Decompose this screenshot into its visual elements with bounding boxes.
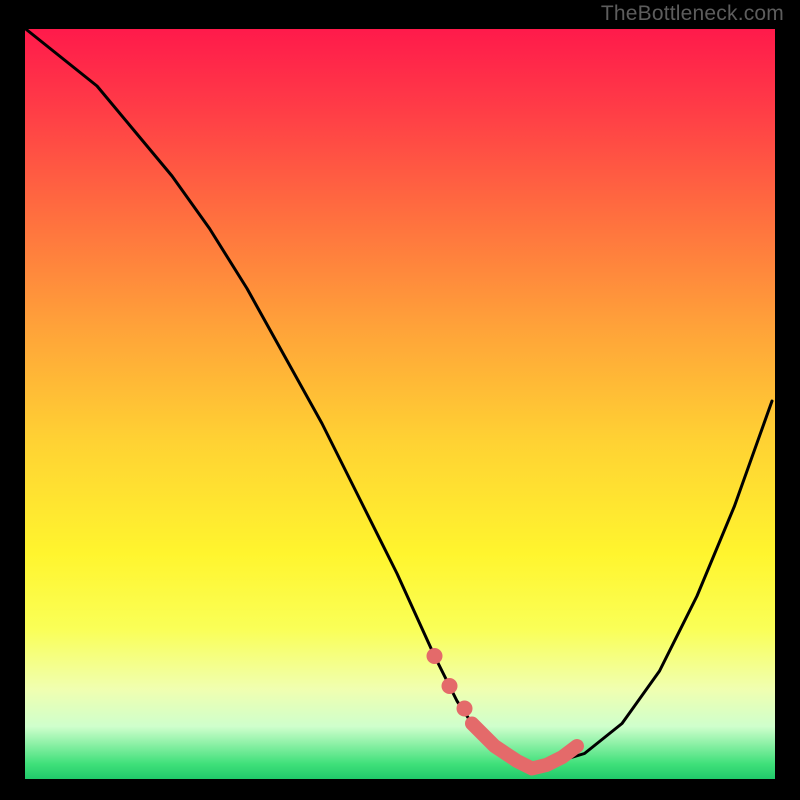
watermark-text: TheBottleneck.com [601, 2, 784, 26]
chart-frame [22, 26, 778, 782]
highlight-dot [442, 678, 458, 694]
highlight-dot [427, 648, 443, 664]
bottleneck-curve [22, 26, 772, 769]
chart-svg [22, 26, 772, 776]
highlight-dots-group [427, 648, 473, 717]
highlight-segment [472, 724, 577, 769]
highlight-dot [457, 701, 473, 717]
